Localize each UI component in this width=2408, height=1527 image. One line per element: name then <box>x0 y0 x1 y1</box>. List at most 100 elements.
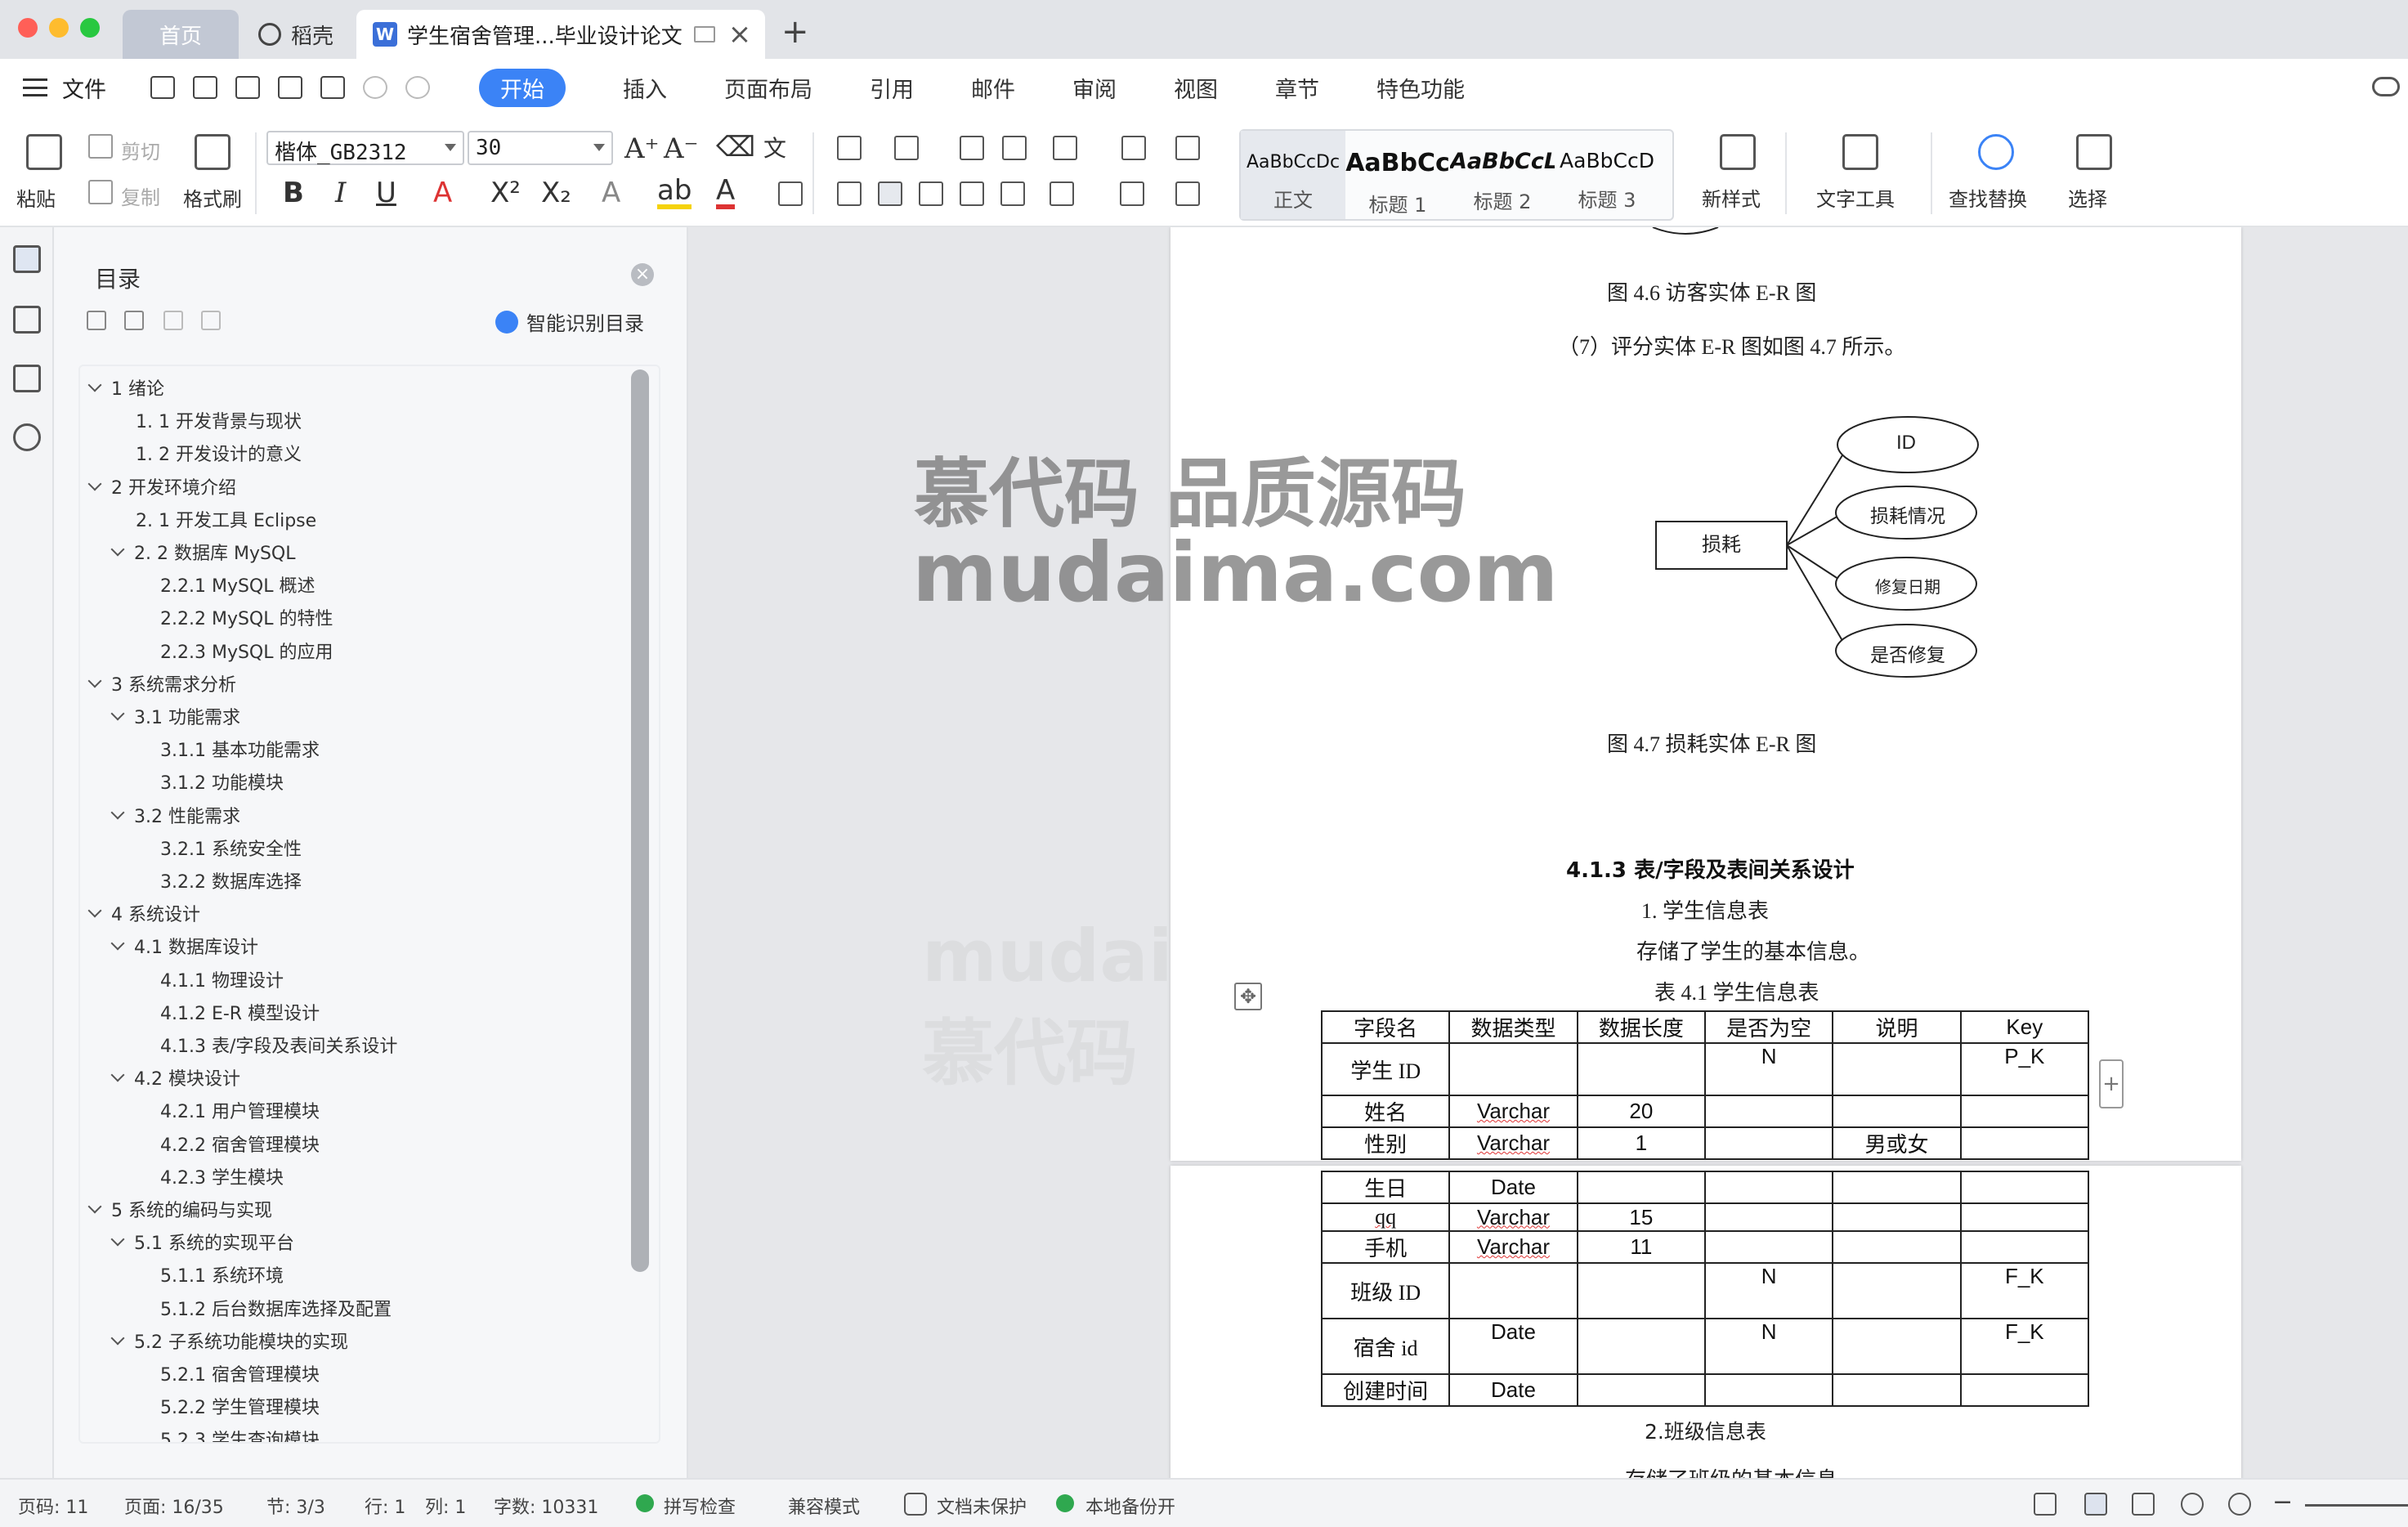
line-break-icon[interactable] <box>1121 136 1146 160</box>
bold-icon[interactable]: B <box>283 177 304 209</box>
new-tab-button[interactable]: + <box>781 13 809 51</box>
pdf-export-icon[interactable] <box>235 76 260 99</box>
text-direction-icon[interactable] <box>1053 136 1077 160</box>
table-cell[interactable] <box>1576 1171 1706 1204</box>
toc-item[interactable]: 1. 2 开发设计的意义 <box>136 437 302 469</box>
fullscreen-icon[interactable] <box>2034 1493 2057 1516</box>
table-cell[interactable]: P_K <box>1959 1042 2090 1096</box>
toc-item[interactable]: 5.1.1 系统环境 <box>160 1258 284 1291</box>
toc-item[interactable]: 4.1.1 物理设计 <box>160 963 284 996</box>
table-cell[interactable] <box>1959 1126 2090 1160</box>
toc-item[interactable]: 2.2.1 MySQL 概述 <box>160 568 316 601</box>
superscript-icon[interactable]: X² <box>490 177 521 209</box>
format-painter-icon[interactable] <box>195 134 231 170</box>
outline-view-icon[interactable] <box>2132 1493 2155 1516</box>
new-style-icon[interactable] <box>1720 134 1756 170</box>
toc-scrollbar[interactable] <box>631 369 649 1272</box>
table-cell[interactable] <box>1959 1171 2090 1204</box>
toc-item[interactable]: 2. 1 开发工具 Eclipse <box>136 503 316 535</box>
justify-icon[interactable] <box>960 181 984 206</box>
bookmark-icon[interactable] <box>13 365 41 392</box>
table-cell[interactable]: 男或女 <box>1832 1126 1962 1160</box>
toc-item[interactable]: 4.2.3 学生模块 <box>160 1160 284 1193</box>
table-cell[interactable]: Varchar <box>1448 1230 1578 1264</box>
doc-protection-button[interactable]: 文档未保护 <box>937 1493 1027 1519</box>
remove-level-icon[interactable] <box>201 311 221 330</box>
table-cell[interactable] <box>1832 1373 1962 1407</box>
table-cell[interactable] <box>1959 1095 2090 1128</box>
table-cell[interactable] <box>1832 1262 1962 1319</box>
copy-button[interactable]: 复制 <box>121 181 160 210</box>
add-column-button[interactable]: + <box>2099 1059 2124 1108</box>
toc-item[interactable]: 5.2.2 学生管理模块 <box>160 1390 320 1422</box>
table-cell[interactable] <box>1703 1126 1834 1160</box>
toc-item[interactable]: 1 绪论 <box>87 371 164 404</box>
table-cell[interactable]: 宿舍 id <box>1320 1318 1451 1375</box>
toc-item[interactable]: 3.1.2 功能模块 <box>160 765 284 798</box>
style-heading-1[interactable]: AaBbCc 标题 1 <box>1345 131 1450 219</box>
char-border-icon[interactable] <box>778 181 803 206</box>
tab-document[interactable]: W 学生宿舍管理...毕业设计论文 × <box>356 10 765 59</box>
chevron-down-icon[interactable] <box>87 903 102 918</box>
table-cell[interactable]: 性别 <box>1320 1126 1451 1160</box>
new-style-button[interactable]: 新样式 <box>1702 183 1761 212</box>
table-cell[interactable]: 11 <box>1576 1230 1706 1264</box>
align-left-icon[interactable] <box>837 181 862 206</box>
font-size-select[interactable]: 30 <box>468 131 613 165</box>
toc-item[interactable]: 2.2.3 MySQL 的应用 <box>160 634 333 667</box>
chevron-down-icon[interactable] <box>110 805 125 820</box>
table-cell[interactable] <box>1959 1230 2090 1264</box>
table-cell[interactable]: qq <box>1320 1202 1451 1232</box>
menu-item[interactable]: 特色功能 <box>1376 72 1465 104</box>
toc-item[interactable]: 3 系统需求分析 <box>87 667 236 700</box>
close-tab-icon[interactable]: × <box>728 18 752 51</box>
toc-item[interactable]: 5.2.3 学生查询模块 <box>160 1422 320 1442</box>
close-icon[interactable]: × <box>631 263 654 286</box>
menu-file[interactable]: 文件 <box>62 72 106 104</box>
table-cell[interactable]: Varchar <box>1448 1126 1578 1160</box>
italic-icon[interactable]: I <box>335 177 346 209</box>
text-tools-button[interactable]: 文字工具 <box>1816 183 1895 212</box>
toc-item[interactable]: 3.1 功能需求 <box>110 700 240 732</box>
chevron-down-icon[interactable] <box>87 674 102 688</box>
toc-item[interactable]: 5.2.1 宿舍管理模块 <box>160 1357 320 1390</box>
paste-button[interactable]: 粘贴 <box>16 183 56 212</box>
align-right-icon[interactable] <box>919 181 943 206</box>
tab-daoke[interactable]: 稻壳 <box>250 10 356 59</box>
menu-item[interactable]: 引用 <box>870 72 914 104</box>
table-cell[interactable] <box>1576 1262 1706 1319</box>
table-cell[interactable] <box>1576 1373 1706 1407</box>
hamburger-menu-icon[interactable] <box>23 78 47 96</box>
style-heading-2[interactable]: AaBbCcL 标题 2 <box>1450 131 1555 219</box>
numbered-list-icon[interactable] <box>894 136 919 160</box>
table-move-handle[interactable]: ✥ <box>1234 983 1262 1010</box>
table-cell[interactable] <box>1832 1230 1962 1264</box>
table-cell[interactable] <box>1832 1171 1962 1204</box>
smart-toc-button[interactable]: 智能识别目录 <box>495 307 644 336</box>
table-cell[interactable] <box>1832 1318 1962 1375</box>
menu-item[interactable]: 视图 <box>1174 72 1218 104</box>
window-zoom-button[interactable] <box>80 18 100 38</box>
decrease-indent-icon[interactable] <box>960 136 984 160</box>
table-cell[interactable]: 姓名 <box>1320 1095 1451 1128</box>
phonetic-guide-icon[interactable]: 文 <box>763 131 786 163</box>
toc-item[interactable]: 3.2.1 系统安全性 <box>160 831 302 864</box>
status-page-number[interactable]: 页码: 11 <box>18 1493 88 1519</box>
table-cell[interactable]: F_K <box>1959 1318 2090 1375</box>
format-painter-button[interactable]: 格式刷 <box>183 183 242 212</box>
table-cell[interactable] <box>1832 1042 1962 1096</box>
menu-item[interactable]: 插入 <box>623 72 667 104</box>
table-cell[interactable] <box>1959 1202 2090 1232</box>
highlight-icon[interactable]: ab <box>657 177 692 209</box>
table-header-cell[interactable]: 说明 <box>1832 1010 1962 1044</box>
toc-item[interactable]: 4.2 模块设计 <box>110 1061 240 1094</box>
collapse-all-icon[interactable] <box>124 311 144 330</box>
toc-item[interactable]: 4.2.2 宿舍管理模块 <box>160 1127 320 1160</box>
web-view-icon[interactable] <box>2181 1493 2204 1516</box>
undo-icon[interactable] <box>363 76 387 99</box>
table-cell[interactable] <box>1703 1095 1834 1128</box>
table-cell[interactable]: 学生 ID <box>1320 1042 1451 1096</box>
select-button[interactable]: 选择 <box>2068 183 2107 212</box>
select-icon[interactable] <box>2076 134 2112 170</box>
table-cell[interactable] <box>1576 1042 1706 1096</box>
